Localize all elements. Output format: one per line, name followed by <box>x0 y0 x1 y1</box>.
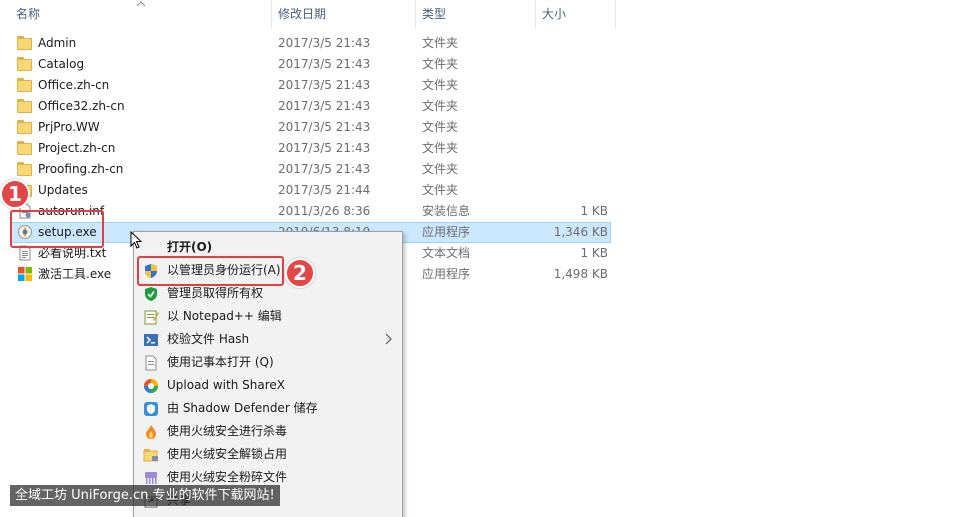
step2-badge: 2 <box>285 258 315 288</box>
menu-item-shadow-defender[interactable]: 由 Shadow Defender 储存 <box>134 397 402 420</box>
huorong-icon <box>146 425 156 439</box>
shredder-icon <box>145 472 157 484</box>
sort-up-icon <box>136 1 146 7</box>
file-size <box>536 75 608 96</box>
file-type: 安装信息 <box>422 204 471 218</box>
file-date: 2017/3/5 21:43 <box>278 141 371 155</box>
folder-icon <box>17 119 33 135</box>
column-size-header[interactable]: 大小 <box>536 0 614 28</box>
chevron-right-icon <box>385 333 392 345</box>
column-divider[interactable] <box>615 0 616 28</box>
sharex-icon <box>144 379 158 393</box>
file-size: 1 KB <box>580 246 608 260</box>
file-type: 应用程序 <box>422 225 471 239</box>
step1-highlight-box <box>10 210 104 248</box>
file-size: 1 KB <box>580 204 608 218</box>
file-name: Office.zh-cn <box>38 78 110 92</box>
file-type: 文件夹 <box>422 162 459 176</box>
file-row[interactable]: Admin 2017/3/5 21:43 文件夹 <box>0 33 963 54</box>
mouse-cursor-icon <box>130 231 143 249</box>
menu-item-open-notepad[interactable]: 使用记事本打开 (Q) <box>134 351 402 374</box>
file-row[interactable]: Office32.zh-cn 2017/3/5 21:43 文件夹 <box>0 96 963 117</box>
folder-icon <box>17 98 33 114</box>
step1-badge: 1 <box>0 179 30 209</box>
notepad-icon <box>145 355 157 371</box>
file-name: Catalog <box>38 57 85 71</box>
file-size <box>536 180 608 201</box>
step2-highlight-box <box>137 256 284 286</box>
file-size <box>536 54 608 75</box>
file-date: 2017/3/5 21:44 <box>278 183 371 197</box>
menu-item-label: 以 Notepad++ 编辑 <box>167 309 282 323</box>
file-name: Office32.zh-cn <box>38 99 125 113</box>
menu-item-label: Upload with ShareX <box>167 378 285 392</box>
menu-item-label: 校验文件 Hash <box>167 332 250 346</box>
file-date: 2011/3/26 8:36 <box>278 204 371 218</box>
file-size <box>536 33 608 54</box>
watermark: 全域工坊 UniForge.cn 专业的软件下载网站! <box>10 485 280 506</box>
file-size <box>536 159 608 180</box>
file-name: Project.zh-cn <box>38 141 116 155</box>
windows-logo-icon <box>18 267 32 281</box>
file-row[interactable]: Office.zh-cn 2017/3/5 21:43 文件夹 <box>0 75 963 96</box>
file-date: 2017/3/5 21:43 <box>278 78 371 92</box>
file-type: 文件夹 <box>422 120 459 134</box>
file-name: Admin <box>38 36 77 50</box>
shadow-defender-icon <box>144 402 158 416</box>
menu-item-huorong-scan[interactable]: 使用火绒安全进行杀毒 <box>134 420 402 443</box>
file-type: 应用程序 <box>422 267 471 281</box>
menu-item-label: 由 Shadow Defender 储存 <box>167 401 318 415</box>
file-name: Updates <box>38 183 88 197</box>
menu-item-label: 使用火绒安全进行杀毒 <box>167 424 288 438</box>
file-name: PrjPro.WW <box>38 120 100 134</box>
file-row[interactable]: Catalog 2017/3/5 21:43 文件夹 <box>0 54 963 75</box>
folder-lock-icon <box>143 449 158 462</box>
file-row[interactable]: PrjPro.WW 2017/3/5 21:43 文件夹 <box>0 117 963 138</box>
file-size <box>536 96 608 117</box>
file-type: 文件夹 <box>422 57 459 71</box>
menu-item-sharex[interactable]: Upload with ShareX <box>134 374 402 397</box>
file-type: 文件夹 <box>422 141 459 155</box>
file-row[interactable]: Project.zh-cn 2017/3/5 21:43 文件夹 <box>0 138 963 159</box>
file-type: 文件夹 <box>422 78 459 92</box>
folder-icon <box>17 56 33 72</box>
folder-icon <box>17 35 33 51</box>
file-type: 文本文档 <box>422 246 471 260</box>
menu-item-notepadpp[interactable]: 以 Notepad++ 编辑 <box>134 305 402 328</box>
green-shield-icon <box>145 287 157 301</box>
folder-icon <box>17 77 33 93</box>
file-row[interactable]: Updates 2017/3/5 21:44 文件夹 <box>0 180 963 201</box>
file-type: 文件夹 <box>422 183 459 197</box>
file-type: 文件夹 <box>422 36 459 50</box>
menu-item-label: 使用记事本打开 (Q) <box>167 355 274 369</box>
file-row[interactable]: autorun.inf 2011/3/26 8:36 安装信息 1 KB <box>0 201 963 222</box>
hash-icon <box>144 334 158 346</box>
file-size: 1,346 KB <box>553 225 608 239</box>
column-date-header[interactable]: 修改日期 <box>272 0 414 28</box>
menu-item-hash[interactable]: 校验文件 Hash <box>134 328 402 351</box>
file-row[interactable]: Proofing.zh-cn 2017/3/5 21:43 文件夹 <box>0 159 963 180</box>
folder-icon <box>17 140 33 156</box>
menu-item-huorong-unlock[interactable]: 使用火绒安全解锁占用 <box>134 443 402 466</box>
file-date: 2017/3/5 21:43 <box>278 162 371 176</box>
file-name: 激活工具.exe <box>38 267 112 281</box>
file-size <box>536 138 608 159</box>
menu-item-label: 使用火绒安全解锁占用 <box>167 447 288 461</box>
file-type: 文件夹 <box>422 99 459 113</box>
folder-icon <box>17 161 33 177</box>
file-date: 2017/3/5 21:43 <box>278 120 371 134</box>
column-header: 名称 修改日期 类型 大小 <box>0 0 963 28</box>
file-size: 1,498 KB <box>553 267 608 281</box>
file-size <box>536 117 608 138</box>
file-name: Proofing.zh-cn <box>38 162 124 176</box>
file-date: 2017/3/5 21:43 <box>278 99 371 113</box>
file-date: 2017/3/5 21:43 <box>278 36 371 50</box>
notepadpp-icon <box>144 310 159 325</box>
file-date: 2017/3/5 21:43 <box>278 57 371 71</box>
column-type-header[interactable]: 类型 <box>416 0 534 28</box>
